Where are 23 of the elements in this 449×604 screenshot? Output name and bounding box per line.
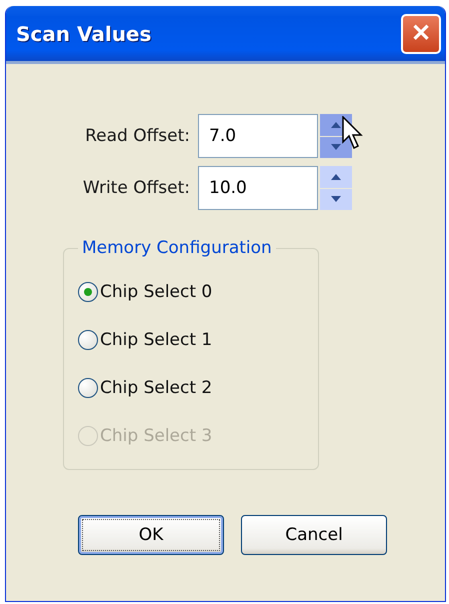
dialog-button[interactable]: Cancel bbox=[241, 515, 387, 555]
radio-label: Chip Select 2 bbox=[100, 378, 212, 398]
up-arrow-icon bbox=[331, 122, 341, 128]
number-field[interactable]: 10.0 bbox=[198, 166, 318, 210]
window-title: Scan Values bbox=[16, 22, 152, 46]
field-label: Read Offset: bbox=[84, 126, 191, 146]
down-arrow-icon bbox=[331, 144, 341, 150]
radio-label: Chip Select 1 bbox=[100, 330, 212, 350]
field-label: Write Offset: bbox=[82, 178, 191, 198]
close-button[interactable]: ✕ bbox=[401, 14, 441, 54]
dialog-button[interactable]: OK bbox=[78, 515, 224, 555]
up-arrow-icon bbox=[331, 174, 341, 180]
spin-down-button[interactable] bbox=[320, 188, 352, 210]
radio-button[interactable] bbox=[78, 330, 98, 350]
radio-button[interactable] bbox=[78, 378, 98, 398]
radio-label: Chip Select 3 bbox=[100, 426, 212, 446]
mouse-cursor-icon bbox=[342, 116, 364, 150]
down-arrow-icon bbox=[331, 196, 341, 202]
group-title: Memory Configuration bbox=[81, 238, 273, 258]
number-field[interactable]: 7.0 bbox=[198, 114, 318, 158]
radio-label: Chip Select 0 bbox=[100, 282, 212, 302]
spin-down-button[interactable] bbox=[320, 136, 352, 158]
radio-button[interactable] bbox=[78, 282, 98, 302]
